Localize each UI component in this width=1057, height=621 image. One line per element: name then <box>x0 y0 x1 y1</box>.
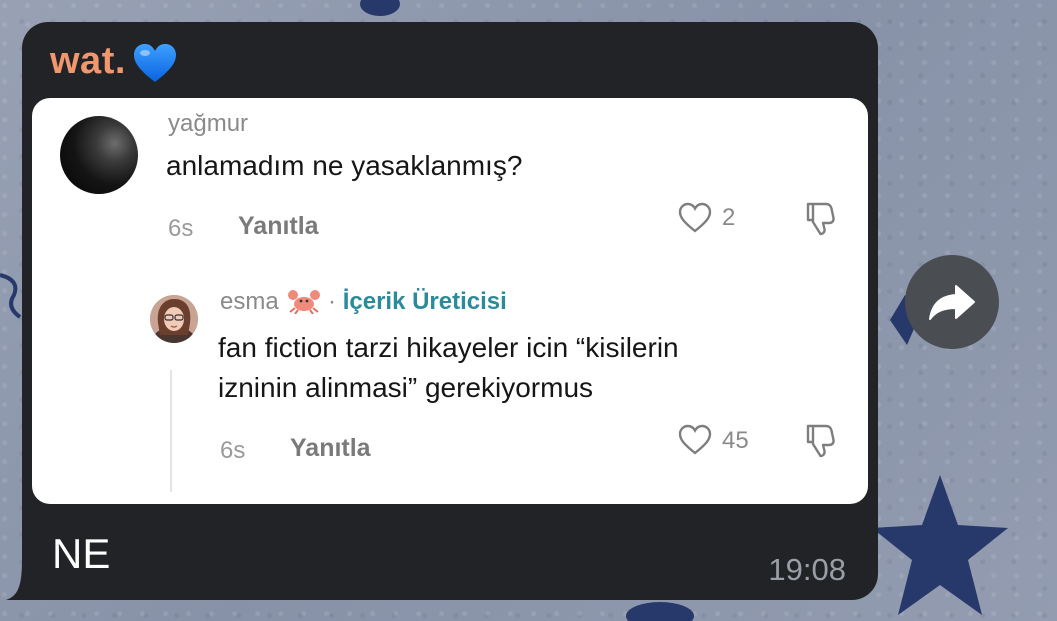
wallpaper-blob-shape <box>360 0 400 16</box>
creator-badge: İçerik Üreticisi <box>342 288 507 315</box>
share-arrow-icon <box>929 285 975 320</box>
blue-heart-emoji-icon <box>133 44 176 82</box>
message-bubble[interactable]: wat. yağmur anlamadım ne yasaklanmış? 6s… <box>22 22 878 600</box>
reply-button[interactable]: Yanıtla <box>238 212 319 241</box>
reply-text-line-2: izninin alinmasi” gerekiyormus <box>218 372 594 403</box>
avatar[interactable] <box>60 116 138 194</box>
avatar[interactable] <box>150 295 198 343</box>
thumbs-down-icon[interactable] <box>804 422 838 458</box>
heart-outline-icon[interactable] <box>678 202 712 234</box>
quoted-comment-card[interactable]: yağmur anlamadım ne yasaklanmış? 6s Yanı… <box>32 98 868 504</box>
sender-name[interactable]: wat. <box>50 38 178 84</box>
reply-thread-line <box>170 370 172 492</box>
like-count: 45 <box>722 427 749 454</box>
avatar-photo <box>150 295 198 343</box>
wallpaper-swirl-shape <box>0 273 22 319</box>
wallpaper-star-shape <box>872 475 1008 615</box>
bubble-tail <box>6 560 46 600</box>
forward-button[interactable] <box>905 255 999 349</box>
heart-outline-icon[interactable] <box>678 424 712 456</box>
comment-age: 6s <box>220 437 246 464</box>
comment-username[interactable]: yağmur <box>168 110 248 138</box>
sender-name-text: wat. <box>50 39 126 82</box>
comment-username[interactable]: esma <box>220 288 279 315</box>
thumbs-down-icon[interactable] <box>804 200 838 236</box>
comment-text: anlamadım ne yasaklanmış? <box>166 150 523 181</box>
separator-dot: · <box>328 288 337 315</box>
reply-button[interactable]: Yanıtla <box>290 434 371 463</box>
message-time: 19:08 <box>768 552 846 587</box>
reply-text-line-1: fan fiction tarzi hikayeler icin “kisile… <box>218 332 679 363</box>
reply-username-row: esma · İçerik Üreticisi <box>220 288 507 316</box>
like-count: 2 <box>722 204 736 231</box>
message-text: NE <box>52 530 111 577</box>
comment-age: 6s <box>168 215 194 242</box>
crab-emoji-icon <box>288 290 321 315</box>
